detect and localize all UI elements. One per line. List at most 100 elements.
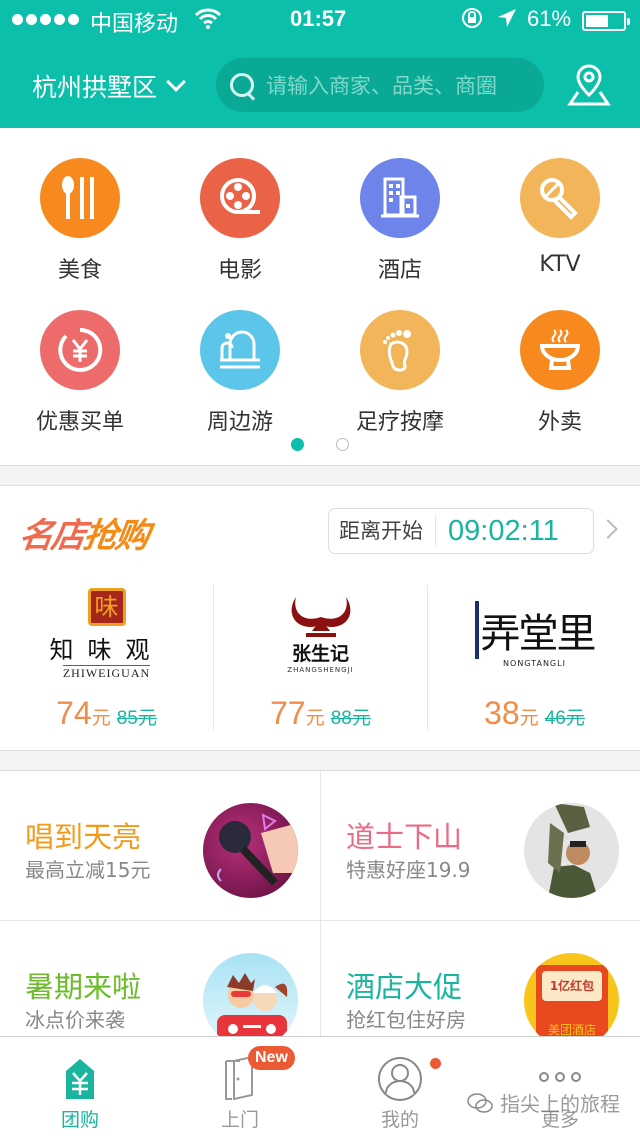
battery-fill [586, 15, 608, 27]
chevron-right-icon[interactable] [598, 519, 618, 539]
flash-sale-title-part1: 名店 [16, 516, 87, 556]
foot-icon [360, 310, 440, 390]
bottom-tab-bar: 团购 上门 我的 更多 [0, 1036, 640, 1136]
category-ktv[interactable]: KTV [480, 158, 640, 277]
promo-card-summer[interactable]: 暑期来啦 冰点价来袭 [0, 920, 320, 1037]
battery-icon [582, 11, 630, 31]
brand-name-en: ZHANGSHENGJI [287, 665, 354, 674]
brand-name-en: ZHIWEIGUAN [62, 664, 151, 680]
deal-card[interactable]: 弄堂里 NONGTANGLI 38元 46元 [427, 585, 640, 732]
deal-price: 77元 88元 [214, 695, 427, 732]
current-price: 77 [270, 695, 306, 731]
promo-subtitle: 最高立减15元 [25, 858, 151, 882]
deal-card[interactable]: 味 知味观 ZHIWEIGUAN 74元 85元 [0, 585, 213, 732]
category-label: KTV [539, 252, 581, 277]
price-unit: 元 [305, 708, 325, 729]
flash-sale-title: 名店抢购 [17, 508, 152, 557]
tab-label: 我的 [380, 1109, 419, 1131]
section-divider [0, 750, 640, 771]
flash-sale-title-part2: 抢购 [80, 516, 151, 556]
deal-price: 74元 85元 [0, 695, 213, 732]
promo-card-ktv[interactable]: 唱到天亮 最高立减15元 [0, 771, 320, 921]
promo-grid: 唱到天亮 最高立减15元 道士下山 特惠好座19.9 暑期来啦 冰点价来袭 酒店… [0, 771, 640, 1037]
clock: 01:57 [290, 6, 347, 31]
category-label: 美食 [57, 258, 102, 283]
promo-subtitle: 特惠好座19.9 [346, 858, 471, 882]
promo-card-movie[interactable]: 道士下山 特惠好座19.9 [320, 771, 640, 921]
promo-title: 暑期来啦 [25, 970, 142, 1004]
summer-cartoon-image [203, 953, 298, 1037]
original-price: 88元 [330, 708, 371, 729]
brand-name-cn: 弄堂里 [474, 600, 597, 659]
red-envelope: 1亿红包 美团酒店 [536, 965, 608, 1037]
promo-card-hotel[interactable]: 酒店大促 抢红包住好房 1亿红包 美团酒店 [320, 920, 640, 1037]
category-movie[interactable]: 电影 [160, 158, 320, 284]
city-name: 杭州拱墅区 [32, 73, 158, 102]
category-label: 足疗按摩 [355, 410, 444, 435]
microphone-image [203, 803, 298, 898]
top-bar: 中国移动 01:57 61% 杭州拱墅区 请输入商家、品类、商圈 [0, 0, 640, 128]
category-discount-pay[interactable]: 优惠买单 [0, 310, 160, 436]
category-food[interactable]: 美食 [0, 158, 160, 284]
building-icon [360, 158, 440, 238]
brand-name-en: NONGTANGLI [503, 658, 566, 668]
promo-subtitle: 抢红包住好房 [346, 1008, 466, 1032]
category-label: 电影 [217, 258, 262, 283]
status-bar: 中国移动 01:57 61% [0, 0, 640, 40]
category-hotel[interactable]: 酒店 [320, 158, 480, 284]
seal-icon: 味 [87, 587, 126, 626]
bowl-icon [520, 310, 600, 390]
category-nearby-travel[interactable]: 周边游 [160, 310, 320, 436]
current-price: 74 [56, 695, 92, 731]
envelope-brand: 美团酒店 [547, 1023, 596, 1037]
brand-logo-zhangshengji: 张生记 ZHANGSHENGJI [214, 590, 427, 678]
category-label: 酒店 [377, 258, 422, 283]
category-takeout[interactable]: 外卖 [480, 310, 640, 436]
section-divider [0, 465, 640, 486]
tab-group-buy[interactable]: 团购 [0, 1037, 160, 1137]
page-dot-active[interactable] [291, 438, 304, 451]
movie-character-image [524, 803, 619, 898]
deal-price: 38元 46元 [428, 695, 640, 732]
category-label: 外卖 [537, 410, 582, 435]
brand-logo-nongtangli: 弄堂里 NONGTANGLI [428, 590, 640, 678]
fork-spoon-icon [40, 158, 120, 238]
flash-deal-list: 味 知味观 ZHIWEIGUAN 74元 85元 张生记 ZHANGSHENGJI… [0, 585, 640, 732]
page-dot[interactable] [336, 438, 349, 451]
category-label: 周边游 [206, 410, 273, 435]
tab-label: 团购 [60, 1109, 99, 1131]
original-price: 85元 [116, 708, 157, 729]
brand-name-cn: 张生记 [291, 642, 349, 665]
original-price: 46元 [544, 708, 585, 729]
rotation-lock-icon [460, 6, 484, 36]
tab-mine[interactable]: 我的 [320, 1037, 480, 1137]
search-placeholder: 请输入商家、品类、商圈 [266, 74, 497, 98]
price-unit: 元 [519, 708, 539, 729]
category-foot-massage[interactable]: 足疗按摩 [320, 310, 480, 436]
promo-title: 酒店大促 [346, 970, 463, 1004]
search-input[interactable]: 请输入商家、品类、商圈 [216, 58, 544, 112]
battery-percent: 61% [527, 6, 572, 31]
wifi-icon [194, 6, 222, 36]
brand-name-cn: 知味观 [49, 635, 164, 664]
deal-card[interactable]: 张生记 ZHANGSHENGJI 77元 88元 [213, 585, 427, 732]
tab-home-service[interactable]: 上门 [160, 1037, 320, 1137]
price-unit: 元 [91, 708, 111, 729]
horns-icon [291, 596, 350, 637]
city-selector[interactable]: 杭州拱墅区 [32, 68, 186, 104]
promo-subtitle: 冰点价来袭 [25, 1008, 125, 1032]
tab-label: 上门 [220, 1109, 259, 1131]
tab-more[interactable]: 更多 [480, 1037, 640, 1137]
carrier-name: 中国移动 [90, 12, 179, 37]
user-profile-icon [376, 1055, 424, 1103]
mountain-icon [200, 310, 280, 390]
microphone-icon [520, 158, 600, 238]
search-icon [230, 73, 254, 97]
countdown-timer[interactable]: 距离开始 09:02:11 [328, 508, 594, 554]
map-pin-icon[interactable] [566, 62, 612, 108]
film-reel-icon [200, 158, 280, 238]
red-envelope-image: 1亿红包 美团酒店 [524, 953, 619, 1037]
countdown-label: 距离开始 [329, 515, 436, 547]
price-tag-icon [56, 1055, 104, 1103]
countdown-time: 09:02:11 [448, 514, 559, 547]
